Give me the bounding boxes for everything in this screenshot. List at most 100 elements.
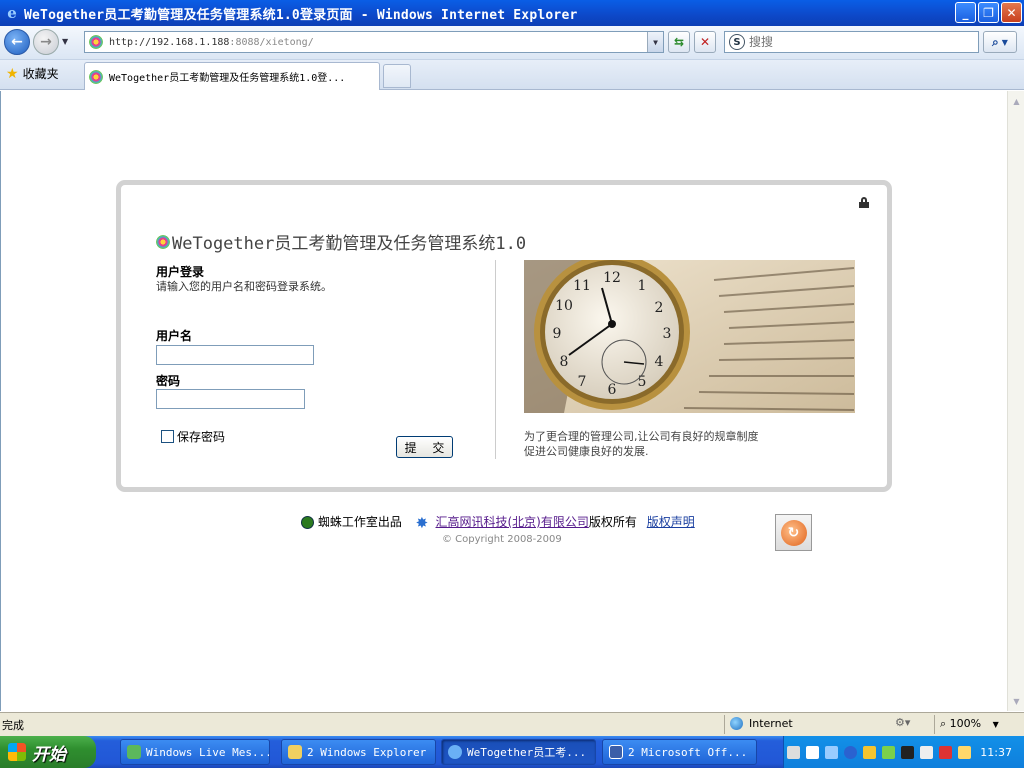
keyboard-icon[interactable]	[787, 745, 800, 759]
favorites-label: 收藏夹	[22, 67, 59, 81]
copyright-text: © Copyright 2008-2009	[442, 534, 562, 545]
protected-mode-icon[interactable]: ⚙▾	[895, 716, 910, 729]
ie-logo-icon: e	[7, 4, 17, 22]
zone-label: Internet	[749, 717, 793, 730]
taskbar-item-explorer[interactable]: 2 Windows Explorer	[281, 739, 436, 765]
favorites-star-icon: ★	[6, 65, 19, 82]
search-icon: ⌕	[992, 34, 999, 49]
window-controls: _ ❐ ✕	[955, 2, 1022, 23]
tab-title: WeTogether员工考勤管理及任务管理系统1.0登...	[109, 73, 346, 84]
zoom-dropdown-icon: ▼	[992, 720, 999, 729]
side-badge[interactable]: ↻	[775, 514, 812, 551]
help-icon[interactable]	[806, 745, 819, 759]
rights-text: 版权所有	[588, 515, 637, 529]
svg-text:11: 11	[573, 278, 591, 294]
qq-icon[interactable]	[863, 745, 876, 759]
submit-button[interactable]: 提 交	[396, 436, 453, 458]
antivirus-icon[interactable]	[939, 745, 952, 759]
network-icon[interactable]	[901, 745, 914, 759]
zoom-control[interactable]: ⌕ 100% ▼	[940, 717, 999, 731]
taskbar-item-label: 2 Microsoft Off...	[628, 745, 748, 759]
address-url-path: :8088/xietong/	[229, 36, 314, 48]
search-input[interactable]	[749, 35, 949, 49]
tab-active[interactable]: WeTogether员工考勤管理及任务管理系统1.0登...	[84, 62, 380, 90]
caption-line-1: 为了更合理的管理公司,让公司有良好的规章制度	[524, 430, 759, 443]
clock: 11:37	[980, 745, 1012, 759]
system-tray: 11:37	[783, 736, 1024, 768]
taskbar-item-ie[interactable]: WeTogether员工考...	[441, 739, 596, 765]
taskbar-item-label: Windows Live Mes...	[146, 745, 270, 759]
restore-button[interactable]: ❐	[978, 2, 999, 23]
start-label: 开始	[32, 744, 66, 765]
svg-text:3: 3	[663, 326, 672, 342]
security-zone: Internet	[730, 717, 793, 730]
remember-password-checkbox[interactable]	[161, 430, 174, 443]
vertical-divider	[495, 260, 496, 459]
app-title-text: WeTogether员工考勤管理及任务管理系统1.0	[172, 234, 527, 254]
svg-text:6: 6	[608, 382, 617, 398]
taskbar-item-messenger[interactable]: Windows Live Mes...	[120, 739, 270, 765]
window-title: WeTogether员工考勤管理及任务管理系统1.0登录页面 - Windows…	[24, 7, 578, 23]
scroll-up-icon[interactable]: ▲	[1009, 93, 1024, 109]
page-footer: 蜘蛛工作室出品 ✸ 汇高网讯科技(北京)有限公司版权所有 版权声明 © Copy…	[301, 513, 721, 553]
word-icon	[609, 745, 623, 759]
remember-password-label: 保存密码	[177, 430, 226, 444]
search-box[interactable]: S	[724, 31, 979, 53]
minimize-button[interactable]: _	[955, 2, 976, 23]
history-dropdown-icon[interactable]: ▼	[62, 37, 68, 46]
messenger-icon	[127, 745, 141, 759]
remember-password[interactable]: 保存密码	[161, 428, 225, 445]
address-url-host: http://192.168.1.188	[109, 36, 230, 48]
refresh-button[interactable]: ⇆	[668, 31, 690, 53]
start-button[interactable]: 开始	[0, 736, 96, 768]
spider-studio-icon	[301, 516, 314, 529]
site-favicon-icon	[89, 35, 103, 49]
copyright-statement-link[interactable]: 版权声明	[647, 515, 695, 529]
taskbar-item-office[interactable]: 2 Microsoft Off...	[602, 739, 757, 765]
svg-text:2: 2	[655, 300, 664, 316]
folder-icon	[288, 745, 302, 759]
login-card: WeTogether员工考勤管理及任务管理系统1.0 用户登录 请输入您的用户名…	[116, 180, 892, 492]
stop-button[interactable]: ✕	[694, 31, 716, 53]
taskbar-item-label: 2 Windows Explorer	[307, 745, 427, 759]
scroll-down-icon[interactable]: ▼	[1009, 693, 1024, 709]
close-button[interactable]: ✕	[1001, 2, 1022, 23]
pocket-watch-illustration: 12 12 3 45 6 78 9 1011	[524, 260, 855, 413]
address-bar[interactable]: http://192.168.1.188:8088/xietong/ ▼	[84, 31, 664, 53]
clipboard-icon[interactable]	[920, 745, 933, 759]
refresh-badge-icon: ↻	[780, 519, 807, 546]
address-dropdown-icon[interactable]: ▼	[647, 32, 663, 52]
navigation-bar: ← → ▼ http://192.168.1.188:8088/xietong/…	[0, 26, 1024, 60]
input-method-icon[interactable]	[825, 745, 838, 759]
zoom-icon: ⌕	[940, 717, 947, 730]
login-subtitle: 请输入您的用户名和密码登录系统。	[156, 280, 332, 293]
status-separator	[724, 715, 725, 734]
page-viewport: WeTogether员工考勤管理及任务管理系统1.0 用户登录 请输入您的用户名…	[0, 91, 1008, 711]
expand-tray-icon[interactable]	[844, 745, 857, 759]
tab-favicon-icon	[89, 69, 103, 84]
lock-icon	[859, 197, 869, 208]
messenger-tray-icon[interactable]	[958, 745, 971, 759]
username-input[interactable]	[156, 345, 314, 365]
back-button[interactable]: ←	[4, 29, 30, 55]
status-separator	[934, 715, 935, 734]
new-tab-button[interactable]	[383, 64, 411, 88]
svg-text:9: 9	[553, 326, 562, 342]
search-button[interactable]: ⌕ ▼	[983, 31, 1017, 53]
svg-text:1: 1	[638, 278, 647, 294]
ie-icon	[448, 745, 462, 759]
page-scrollbar[interactable]: ▲ ▼	[1007, 91, 1024, 711]
user-icon[interactable]	[882, 745, 895, 759]
search-options-icon: ▼	[1001, 37, 1008, 47]
zoom-level: 100%	[949, 717, 982, 730]
forward-button[interactable]: →	[33, 29, 59, 55]
taskbar: 开始 Windows Live Mes... 2 Windows Explore…	[0, 736, 1024, 768]
status-bar: 完成 Internet ⚙▾ ⌕ 100% ▼	[0, 712, 1024, 736]
favorites-button[interactable]: ★ 收藏夹	[6, 65, 59, 82]
password-input[interactable]	[156, 389, 305, 409]
company-link[interactable]: 汇高网讯科技(北京)有限公司	[436, 515, 589, 529]
tab-bar: ★ 收藏夹 WeTogether员工考勤管理及任务管理系统1.0登...	[0, 60, 1024, 90]
status-text: 完成	[2, 719, 24, 732]
app-logo-icon	[156, 234, 170, 249]
window-titlebar: e WeTogether员工考勤管理及任务管理系统1.0登录页面 - Windo…	[0, 0, 1024, 26]
